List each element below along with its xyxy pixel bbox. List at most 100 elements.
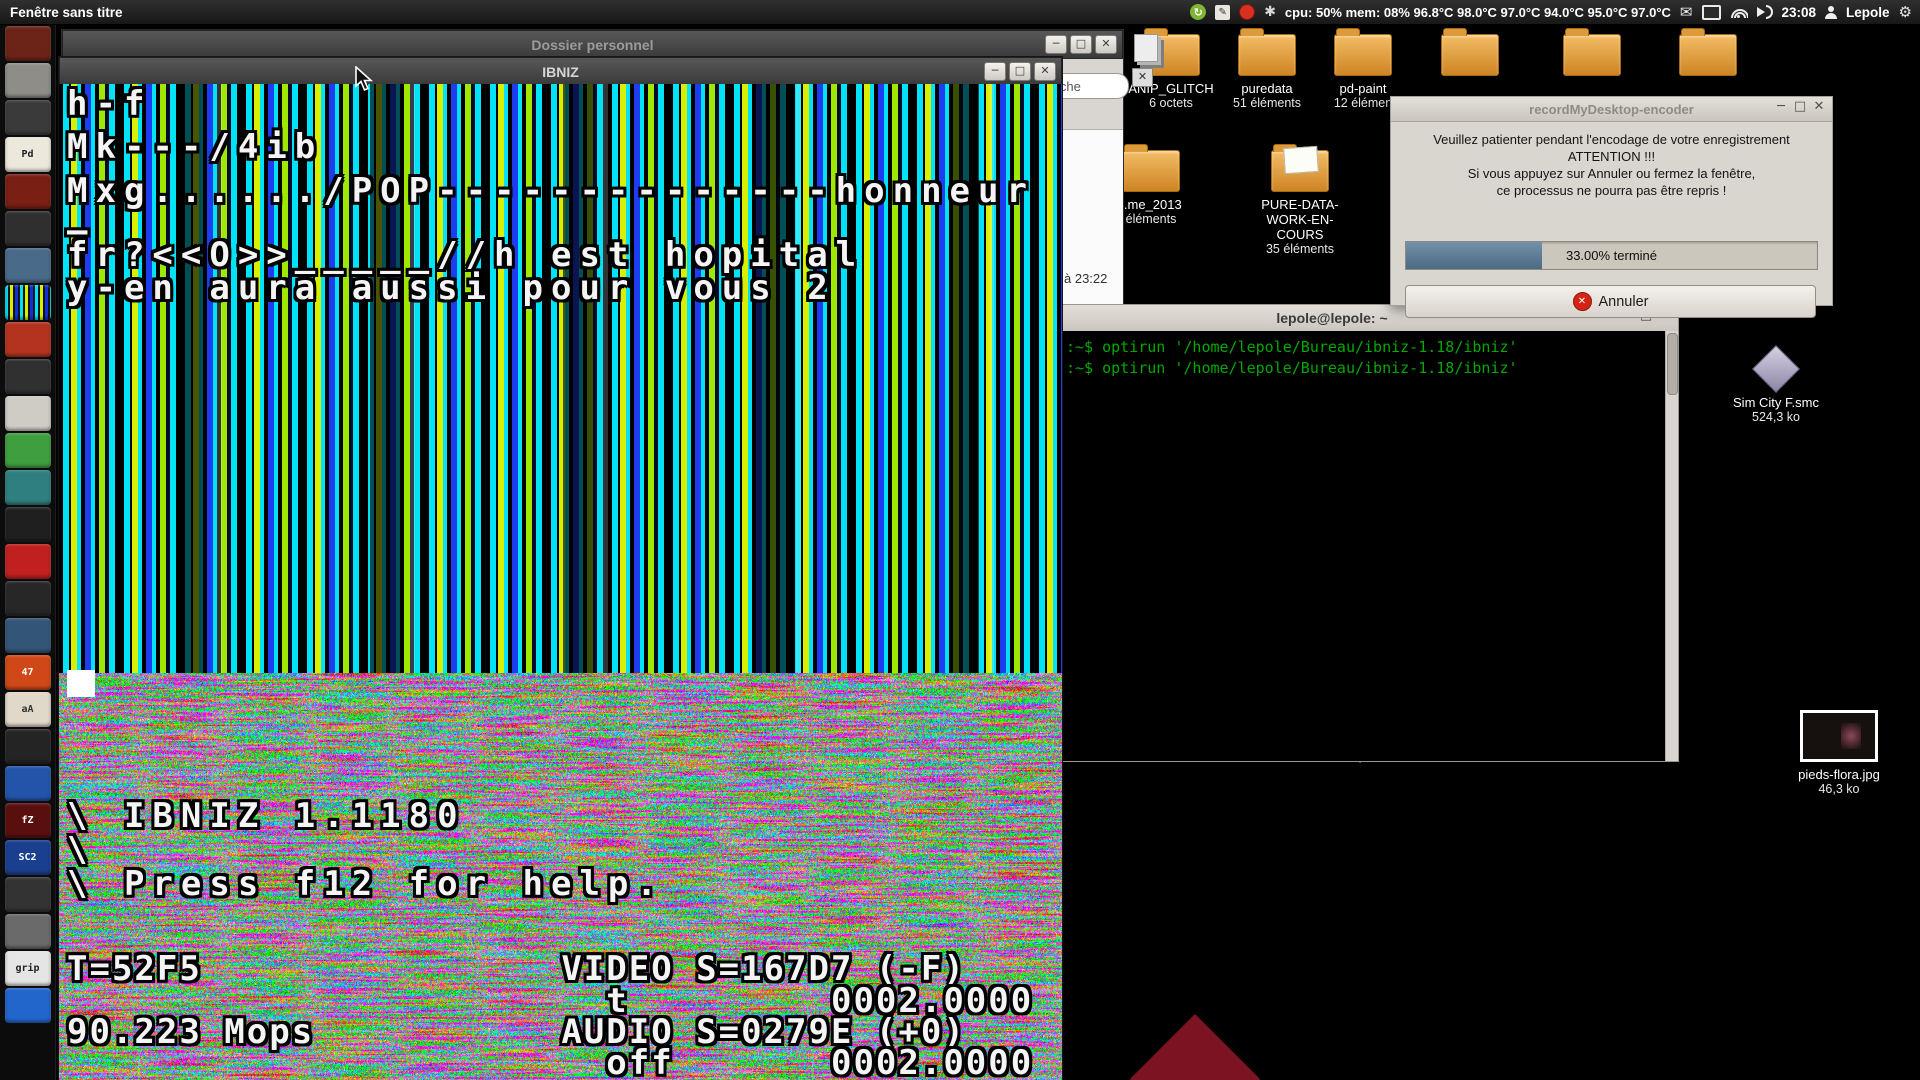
display-icon[interactable] xyxy=(1701,4,1721,20)
desktop-icon-folder-4[interactable] xyxy=(1415,28,1525,76)
dock-icon[interactable] xyxy=(4,544,51,579)
glitch-text-line: Mk---/4ib xyxy=(67,127,324,167)
dock-icon[interactable]: SC2 xyxy=(4,840,51,875)
update-icon[interactable]: ↻ xyxy=(1190,4,1207,20)
scrollbar-thumb[interactable] xyxy=(1667,333,1678,395)
dialog-message-line: ce processus ne pourra pas être repris ! xyxy=(1496,183,1727,198)
folder-icon xyxy=(1441,28,1499,76)
desktop-icon-sublabel: éléments xyxy=(1125,212,1177,226)
dock-icon[interactable] xyxy=(4,433,51,468)
desktop-icon-folder-5[interactable] xyxy=(1537,28,1647,76)
dialog-titlebar[interactable]: recordMyDesktop-encoder ─ □ ✕ xyxy=(1391,97,1832,122)
username[interactable]: Lepole xyxy=(1846,5,1890,20)
desktop-icon-label: PURE-DATA-WORK-EN-COURS xyxy=(1261,197,1339,242)
dock-icon[interactable] xyxy=(4,211,51,246)
wifi-icon[interactable] xyxy=(1730,6,1748,18)
minimize-button[interactable]: ─ xyxy=(1045,35,1067,54)
paper-stack-icon[interactable] xyxy=(1134,34,1158,62)
open-folder-icon xyxy=(1271,144,1329,192)
desktop-icon-simcity-smc[interactable]: Sim City F.smc 524,3 ko xyxy=(1721,344,1831,425)
dock-icon[interactable] xyxy=(4,248,51,283)
close-button[interactable]: ✕ xyxy=(1095,35,1117,54)
desktop-icon-label: Sim City F.smc xyxy=(1733,395,1819,410)
desktop-icon-label: pd-paint xyxy=(1339,81,1387,96)
folder-icon xyxy=(1563,28,1621,76)
dock-icon[interactable] xyxy=(4,988,51,1023)
terminal-line: :~$ optirun '/home/lepole/Bureau/ibniz-1… xyxy=(1066,338,1518,356)
dock-icon[interactable] xyxy=(4,729,51,764)
close-button[interactable]: ✕ xyxy=(1034,62,1056,81)
dock-icon[interactable]: grip xyxy=(4,951,51,986)
rom-file-icon xyxy=(1751,344,1801,394)
maximize-button[interactable]: □ xyxy=(1009,62,1031,81)
image-thumbnail-icon xyxy=(1800,710,1878,762)
terminal-scrollbar[interactable] xyxy=(1665,331,1678,761)
dock-icon[interactable] xyxy=(4,322,51,357)
folder-icon xyxy=(1122,144,1180,192)
dock-icon[interactable] xyxy=(4,914,51,949)
folder-icon xyxy=(1334,28,1392,76)
glitch-white-square xyxy=(67,670,95,697)
glitch-text-line: y-en aura aussi pour vous 2 xyxy=(67,268,836,308)
dock-icon[interactable] xyxy=(4,877,51,912)
close-box-icon[interactable]: ✕ xyxy=(1132,68,1153,87)
dialog-message-line: Veuillez patienter pendant l'encodage de… xyxy=(1433,132,1790,147)
desktop-icon-pure-data-work[interactable]: PURE-DATA-WORK-EN-COURS 35 éléments xyxy=(1245,144,1355,257)
files-titlebar[interactable]: Dossier personnel ─ □ ✕ xyxy=(62,30,1123,59)
desktop-icon-sublabel: 6 octets xyxy=(1149,96,1193,110)
cancel-button[interactable]: ✕ Annuler xyxy=(1405,285,1816,318)
desktop-icon-sublabel: 51 éléments xyxy=(1232,96,1302,110)
user-icon[interactable] xyxy=(1825,5,1838,19)
dock-icon[interactable] xyxy=(4,359,51,394)
dock-icon[interactable] xyxy=(4,618,51,653)
dock-icon[interactable] xyxy=(4,26,51,61)
dialog-message-line: Si vous appuyez sur Annuler ou fermez la… xyxy=(1467,166,1756,181)
desktop-icon-label: t.me_2013 xyxy=(1120,197,1182,212)
dock-icon[interactable] xyxy=(4,100,51,135)
desktop-diamond-ornament xyxy=(1129,1013,1261,1080)
dock-icon[interactable]: Pd xyxy=(4,137,51,172)
maximize-button[interactable]: □ xyxy=(1792,99,1808,116)
ibniz-canvas[interactable]: h-f Mk---/4ib Mxg....../POP-------------… xyxy=(59,84,1062,1080)
dock-icon[interactable]: 47 xyxy=(4,655,51,690)
file-modified-date: à 23:22 xyxy=(1064,271,1108,286)
dock-icon[interactable] xyxy=(4,470,51,505)
dock-icon[interactable] xyxy=(4,396,51,431)
terminal-body[interactable]: :~$ optirun '/home/lepole/Bureau/ibniz-1… xyxy=(986,331,1678,761)
volume-icon[interactable] xyxy=(1756,5,1773,19)
ibniz-titlebar[interactable]: IBNIZ ─ □ ✕ xyxy=(59,57,1062,86)
desktop-icon-puredata[interactable]: puredata 51 éléments xyxy=(1212,28,1322,111)
desktop-icon-folder-6[interactable] xyxy=(1653,28,1763,76)
notes-icon[interactable]: ✎ xyxy=(1215,4,1231,20)
dock-icon[interactable] xyxy=(4,766,51,801)
dock-icon[interactable]: aA xyxy=(4,692,51,727)
mouse-cursor xyxy=(355,65,379,97)
desktop-icon-label: pieds-flora.jpg xyxy=(1798,767,1880,782)
dock-icon[interactable] xyxy=(4,507,51,542)
desktop-icon-sublabel: 524,3 ko xyxy=(1752,410,1800,424)
close-button[interactable]: ✕ xyxy=(1811,99,1827,116)
ibniz-window[interactable]: IBNIZ ─ □ ✕ h-f Mk---/4ib Mxg....../POP-… xyxy=(58,56,1063,1080)
dock-icon[interactable] xyxy=(4,581,51,616)
clock[interactable]: 23:08 xyxy=(1782,5,1817,20)
dock-icon[interactable] xyxy=(4,285,51,320)
desktop-icon-label: puredata xyxy=(1241,81,1293,96)
dock-icon[interactable]: fZ xyxy=(4,803,51,838)
mail-icon[interactable]: ✉ xyxy=(1680,3,1693,21)
encoder-dialog[interactable]: recordMyDesktop-encoder ─ □ ✕ Veuillez p… xyxy=(1390,96,1833,318)
fan-icon[interactable]: ✱ xyxy=(1264,4,1276,20)
maximize-button[interactable]: □ xyxy=(1070,35,1092,54)
dock-icon[interactable] xyxy=(4,174,51,209)
system-monitor-applet[interactable]: cpu: 50% mem: 08% 96.8°C 98.0°C 97.0°C 9… xyxy=(1285,5,1671,20)
desktop-icon-sublabel: 12 élémen xyxy=(1333,96,1393,110)
desktop-icon-sublabel: 35 éléments xyxy=(1265,242,1335,256)
minimize-button[interactable]: ─ xyxy=(1773,99,1789,116)
terminal-line: :~$ optirun '/home/lepole/Bureau/ibniz-1… xyxy=(1066,359,1518,377)
dock-icon[interactable] xyxy=(4,63,51,98)
terminal-window[interactable]: lepole@lepole: ~ ─ □ ✕ :~$ optirun '/hom… xyxy=(985,304,1679,762)
record-indicator-icon[interactable] xyxy=(1239,4,1256,20)
desktop-icon-pieds-flora[interactable]: pieds-flora.jpg 46,3 ko xyxy=(1784,710,1894,797)
desktop: ✕ ANIP_GLITCH 6 octets puredata 51 éléme… xyxy=(0,0,1920,1080)
minimize-button[interactable]: ─ xyxy=(984,62,1006,81)
gear-icon[interactable]: ⚙ xyxy=(1899,3,1912,21)
